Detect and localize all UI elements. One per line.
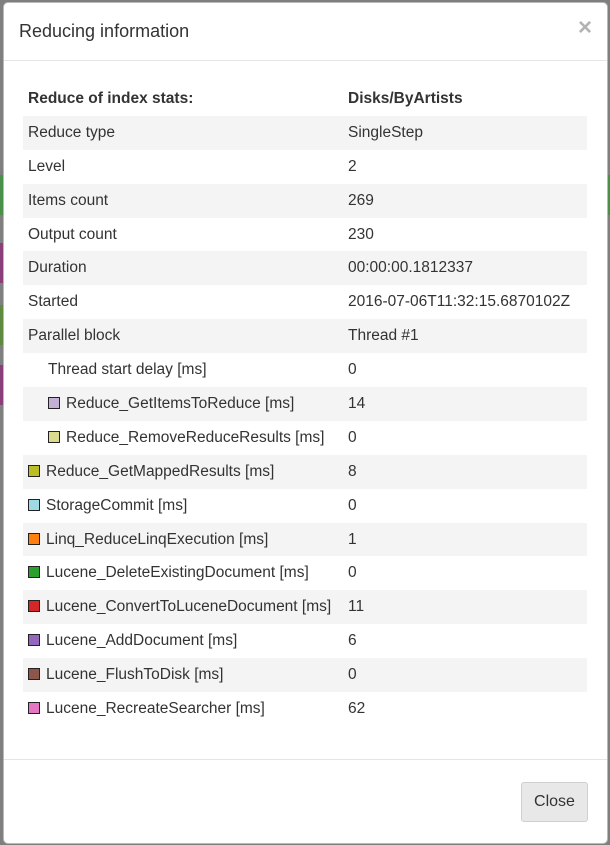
row-label: Output count bbox=[28, 225, 117, 243]
table-row: Level 2 bbox=[23, 150, 587, 184]
stats-table: Reduce of index stats: Disks/ByArtists R… bbox=[23, 82, 587, 726]
reducing-info-dialog: Reducing information × Reduce of index s… bbox=[3, 2, 608, 844]
row-label-cell: Parallel block bbox=[23, 319, 343, 354]
row-value: Thread #1 bbox=[343, 319, 587, 354]
row-value: 0 bbox=[348, 564, 357, 582]
row-value: 0 bbox=[348, 361, 357, 379]
row-label: Reduce_GetMappedResults [ms] bbox=[46, 462, 275, 480]
legend-swatch bbox=[28, 532, 40, 545]
row-label: Reduce type bbox=[28, 123, 116, 141]
row-label-cell: Reduce_RemoveReduceResults [ms] bbox=[23, 421, 343, 455]
row-label-cell: StorageCommit [ms] bbox=[23, 489, 343, 523]
row-label-cell: Reduce_GetMappedResults [ms] bbox=[23, 454, 343, 489]
row-value: 14 bbox=[343, 387, 587, 421]
legend-swatch bbox=[28, 464, 40, 477]
table-row: Lucene_FlushToDisk [ms] 0 bbox=[23, 658, 587, 693]
row-value: 00:00:00.1812337 bbox=[343, 251, 587, 286]
row-value: 230 bbox=[348, 225, 374, 243]
row-value: 8 bbox=[343, 454, 587, 489]
table-row: Lucene_AddDocument [ms] 6 bbox=[23, 624, 587, 658]
row-label-cell: Lucene_ConvertToLuceneDocument [ms] bbox=[23, 590, 343, 625]
row-label-cell: Reduce_GetItemsToReduce [ms] bbox=[23, 387, 343, 421]
legend-swatch bbox=[28, 634, 40, 647]
dialog-body: Reduce of index stats: Disks/ByArtists R… bbox=[23, 82, 587, 726]
table-row: Reduce_GetMappedResults [ms] 8 bbox=[23, 454, 587, 489]
row-label: Reduce_GetItemsToReduce [ms] bbox=[66, 394, 295, 412]
table-row: Linq_ReduceLinqExecution [ms] 1 bbox=[23, 522, 587, 557]
row-label-cell: Items count bbox=[23, 183, 343, 218]
table-row: Items count 269 bbox=[23, 183, 587, 218]
row-label-cell: Linq_ReduceLinqExecution [ms] bbox=[23, 522, 343, 557]
table-row: Lucene_ConvertToLuceneDocument [ms] 11 bbox=[23, 590, 587, 625]
row-label-cell: Lucene_RecreateSearcher [ms] bbox=[23, 692, 343, 726]
close-icon[interactable]: × bbox=[578, 14, 592, 42]
row-label: Started bbox=[28, 293, 78, 311]
table-header-row: Reduce of index stats: Disks/ByArtists bbox=[23, 82, 587, 116]
legend-swatch bbox=[28, 498, 40, 511]
row-label: Lucene_ConvertToLuceneDocument [ms] bbox=[46, 598, 332, 616]
row-label: Lucene_FlushToDisk [ms] bbox=[46, 666, 224, 684]
row-label: Parallel block bbox=[28, 327, 121, 345]
row-value: 1 bbox=[343, 522, 587, 557]
row-label: Level bbox=[28, 157, 66, 175]
row-label-cell: Output count bbox=[23, 218, 343, 252]
row-value: 6 bbox=[348, 632, 357, 650]
table-row: Thread start delay [ms] 0 bbox=[23, 353, 587, 387]
table-row: Duration 00:00:00.1812337 bbox=[23, 251, 587, 286]
row-value: 269 bbox=[343, 183, 587, 218]
table-row: Parallel block Thread #1 bbox=[23, 319, 587, 354]
row-label-cell: Started bbox=[23, 285, 343, 319]
table-row: Lucene_DeleteExistingDocument [ms] 0 bbox=[23, 556, 587, 590]
legend-swatch bbox=[28, 668, 40, 681]
row-label: Lucene_RecreateSearcher [ms] bbox=[46, 699, 265, 717]
row-value: 2016-07-06T11:32:15.6870102Z bbox=[348, 293, 571, 311]
table-row: Output count 230 bbox=[23, 218, 587, 252]
row-label-cell: Reduce type bbox=[23, 115, 343, 150]
row-label-cell: Lucene_AddDocument [ms] bbox=[23, 624, 343, 658]
table-row: StorageCommit [ms] 0 bbox=[23, 489, 587, 523]
row-label: Lucene_DeleteExistingDocument [ms] bbox=[46, 564, 309, 582]
row-label-cell: Thread start delay [ms] bbox=[23, 353, 343, 387]
row-label-cell: Duration bbox=[23, 251, 343, 286]
row-label-cell: Lucene_FlushToDisk [ms] bbox=[23, 658, 343, 693]
row-label: Linq_ReduceLinqExecution [ms] bbox=[46, 530, 269, 548]
table-row: Reduce_GetItemsToReduce [ms] 14 bbox=[23, 387, 587, 421]
legend-swatch bbox=[28, 566, 40, 579]
row-value: 2 bbox=[348, 157, 357, 175]
row-value: 62 bbox=[348, 699, 366, 717]
row-value: 11 bbox=[343, 590, 587, 625]
legend-swatch bbox=[48, 430, 60, 443]
row-label: Lucene_AddDocument [ms] bbox=[46, 632, 238, 650]
dialog-header: Reducing information × bbox=[4, 3, 607, 61]
dialog-title: Reducing information bbox=[19, 21, 190, 41]
header-value: Disks/ByArtists bbox=[348, 89, 463, 107]
legend-swatch bbox=[48, 396, 60, 409]
header-label: Reduce of index stats: bbox=[28, 89, 194, 107]
legend-swatch bbox=[28, 600, 40, 613]
table-row: Reduce type SingleStep bbox=[23, 115, 587, 150]
row-label-cell: Level bbox=[23, 150, 343, 184]
row-value: 0 bbox=[343, 658, 587, 693]
close-button[interactable]: Close bbox=[521, 782, 588, 822]
row-value: SingleStep bbox=[343, 115, 587, 150]
row-label: Duration bbox=[28, 259, 87, 277]
row-label-cell: Lucene_DeleteExistingDocument [ms] bbox=[23, 556, 343, 590]
table-row: Started 2016-07-06T11:32:15.6870102Z bbox=[23, 285, 587, 319]
row-label: Thread start delay [ms] bbox=[48, 361, 207, 379]
table-row: Lucene_RecreateSearcher [ms] 62 bbox=[23, 692, 587, 726]
row-value: 0 bbox=[348, 428, 357, 446]
row-value: 0 bbox=[348, 496, 357, 514]
row-label: Reduce_RemoveReduceResults [ms] bbox=[66, 428, 325, 446]
row-label: Items count bbox=[28, 191, 109, 209]
legend-swatch bbox=[28, 701, 40, 714]
table-row: Reduce_RemoveReduceResults [ms] 0 bbox=[23, 421, 587, 455]
row-label: StorageCommit [ms] bbox=[46, 496, 188, 514]
dialog-footer: Close bbox=[4, 759, 607, 843]
